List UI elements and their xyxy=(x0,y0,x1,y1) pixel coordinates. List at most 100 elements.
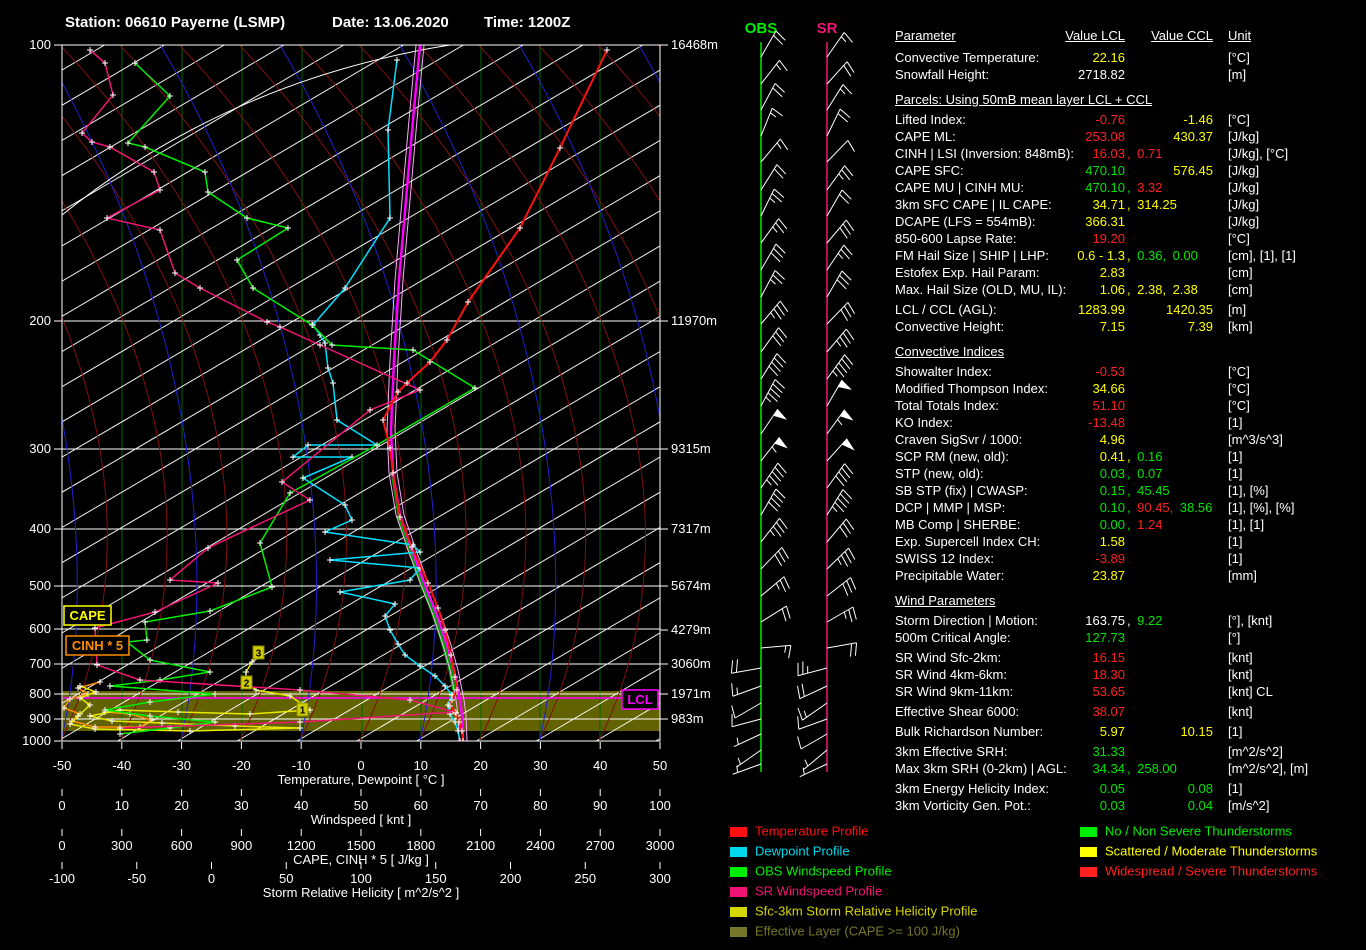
grid-moist-adiabat xyxy=(120,45,347,741)
grid-isotherm xyxy=(0,45,344,741)
param-value-lcl: 34.71 xyxy=(1092,197,1125,213)
value-separator: , xyxy=(1127,248,1137,263)
param-unit: [°C] xyxy=(1228,231,1250,247)
sr-wind-barb xyxy=(827,548,855,569)
sr-wind-barb xyxy=(827,439,855,461)
param-unit: [°], [knt] xyxy=(1228,613,1272,629)
param-unit: [J/kg] xyxy=(1228,129,1259,145)
pressure-tick-label: 700 xyxy=(29,656,51,671)
sr-wind-barb xyxy=(827,140,855,162)
table-row: Max. Hail Size (OLD, MU, IL):1.06, 2.38,… xyxy=(895,282,1366,298)
table-row: Precipitable Water:23.87[mm] xyxy=(895,568,1366,584)
param-value-extra: , 9.22 xyxy=(1127,613,1162,629)
param-unit: [m/s^2] xyxy=(1228,798,1270,814)
table-header-row: ParameterValue LCLValue CCLUnit xyxy=(895,28,1366,44)
param-unit: [1] xyxy=(1228,534,1242,550)
obs-wind-barb xyxy=(734,734,761,747)
param-unit: [m^2/s^2], [m] xyxy=(1228,761,1308,777)
grid-mixing-ratio xyxy=(400,45,556,741)
param-unit: [J/kg] xyxy=(1228,180,1259,196)
table-row: DCAPE (LFS = 554mB):366.31[J/kg] xyxy=(895,214,1366,230)
obs-wind-barb xyxy=(732,714,761,727)
param-value-lcl: 34.34 xyxy=(1092,761,1125,777)
grid-moist-adiabat xyxy=(778,45,890,741)
table-row: SWISS 12 Index:-3.89[1] xyxy=(895,551,1366,567)
value-separator: , xyxy=(1127,483,1137,498)
param-label: 3km Energy Helicity Index: xyxy=(895,781,1049,797)
param-value-lcl: 18.30 xyxy=(1092,667,1125,683)
param-unit: [knt] xyxy=(1228,667,1253,683)
param-value: 38.56 xyxy=(1180,500,1213,515)
sr-wind-barb xyxy=(800,764,827,777)
table-row: Exp. Supercell Index CH:1.58[1] xyxy=(895,534,1366,550)
grid-mixing-ratio xyxy=(878,45,890,741)
sr-wind-barb xyxy=(827,410,853,434)
param-value: 258.00 xyxy=(1137,761,1177,776)
param-value-lcl: 51.10 xyxy=(1092,398,1125,414)
value-separator: , xyxy=(1127,761,1137,776)
param-header: Parameter xyxy=(895,28,956,44)
section-header-row: Convective Indices xyxy=(895,344,1366,360)
table-row: Max 3km SRH (0-2km) | AGL: 34.34, 258.00 [… xyxy=(895,761,1366,777)
table-row: Bulk Richardson Number:5.9710.15[1] xyxy=(895,724,1366,740)
obs-wind-barb xyxy=(733,764,761,774)
param-value-lcl: 0.03 xyxy=(1100,798,1125,814)
param-label: KO Index: xyxy=(895,415,953,431)
grid-moist-adiabat xyxy=(419,45,646,741)
param-unit: [°C] xyxy=(1228,381,1250,397)
param-label: Max. Hail Size (OLD, MU, IL): xyxy=(895,282,1066,298)
obs-wind-barb xyxy=(761,328,787,352)
profile-legend-label: Dewpoint Profile xyxy=(755,844,850,859)
sr-wind-barb xyxy=(798,703,827,720)
pressure-tick-label: 800 xyxy=(29,686,51,701)
grid-isotherm xyxy=(0,45,284,741)
height-label: 7317m xyxy=(671,521,711,536)
parameters-panel: ParameterValue LCLValue CCLUnit Convectiv… xyxy=(895,0,1366,950)
param-unit: [cm] xyxy=(1228,282,1253,298)
obs-wind-barb xyxy=(731,659,761,673)
obs-wind-barb xyxy=(761,463,786,488)
grid-isotherm xyxy=(0,45,45,741)
axis-tick-label: -50 xyxy=(53,758,72,773)
param-value-lcl: 366.31 xyxy=(1085,214,1125,230)
param-label: Showalter Index: xyxy=(895,364,992,380)
table-row: SR Wind Sfc-2km:16.15[knt] xyxy=(895,650,1366,666)
param-label: 3km SFC CAPE | IL CAPE: xyxy=(895,197,1052,213)
obs-wind-barb xyxy=(761,84,785,110)
obs-wind-barb xyxy=(761,108,783,136)
grid-moist-adiabat xyxy=(538,45,765,741)
axis-tick-label: -100 xyxy=(49,871,75,886)
obs-wind-barb xyxy=(761,60,787,84)
param-value-lcl: 1283.99 xyxy=(1078,302,1125,318)
param-unit: [1], [1] xyxy=(1228,517,1264,533)
table-row: SR Wind 9km-11km:53.65[knt] CL xyxy=(895,684,1366,700)
pressure-tick-label: 300 xyxy=(29,441,51,456)
param-value-lcl: 0.15 xyxy=(1100,483,1125,499)
parcel-ascent-curve xyxy=(391,45,463,741)
lcl-label: LCL xyxy=(627,692,652,707)
param-unit: [°C] xyxy=(1228,112,1250,128)
profile-legend-item: Sfc-3km Storm Relative Helicity Profile xyxy=(730,904,978,924)
km-marker-label: 1 xyxy=(300,706,306,717)
axis-tick-label: -30 xyxy=(172,758,191,773)
param-unit: [m^2/s^2] xyxy=(1228,744,1283,760)
axis-title: Storm Relative Helicity [ m^2/s^2 ] xyxy=(263,885,459,900)
grid-moist-adiabat xyxy=(837,45,890,741)
threat-legend-label: Widespread / Severe Thunderstorms xyxy=(1105,864,1317,879)
threat-legend-swatch xyxy=(1080,867,1097,877)
table-row: CAPE SFC:470.10576.45[J/kg] xyxy=(895,163,1366,179)
table-row: FM Hail Size | SHIP | LHP:0.6 - 1.3, 0.3… xyxy=(895,248,1366,264)
param-value-ccl: -1.46 xyxy=(1183,112,1213,128)
param-label: Max 3km SRH (0-2km) | AGL: xyxy=(895,761,1067,777)
section-header: Parcels: Using 50mB mean layer LCL + CCL xyxy=(895,92,1152,108)
param-value-extra: , 0.71 xyxy=(1127,146,1162,162)
param-label: Estofex Exp. Hail Param: xyxy=(895,265,1040,281)
table-row: 3km Effective SRH:31.33[m^2/s^2] xyxy=(895,744,1366,760)
pressure-tick-label: 400 xyxy=(29,521,51,536)
param-unit: [1] xyxy=(1228,449,1242,465)
obs-wind-barb xyxy=(732,683,761,696)
value-separator: , xyxy=(1127,180,1137,195)
param-value-lcl: 1.06 xyxy=(1100,282,1125,298)
axis-tick-label: 90 xyxy=(593,798,607,813)
profile-legend-item: Effective Layer (CAPE >= 100 J/kg) xyxy=(730,924,978,944)
